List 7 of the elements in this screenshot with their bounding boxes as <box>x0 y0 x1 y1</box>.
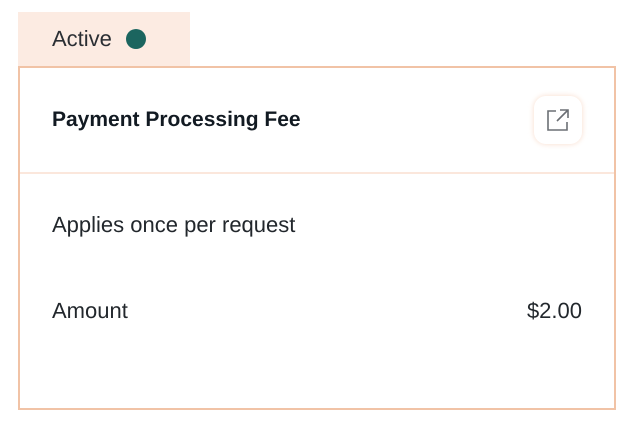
card-title: Payment Processing Fee <box>52 108 301 132</box>
external-link-icon <box>546 108 570 132</box>
fee-description: Applies once per request <box>52 212 296 238</box>
status-label: Active <box>52 26 112 52</box>
amount-value: $2.00 <box>526 298 582 324</box>
open-external-button[interactable] <box>534 96 582 144</box>
amount-label: Amount <box>52 298 128 324</box>
